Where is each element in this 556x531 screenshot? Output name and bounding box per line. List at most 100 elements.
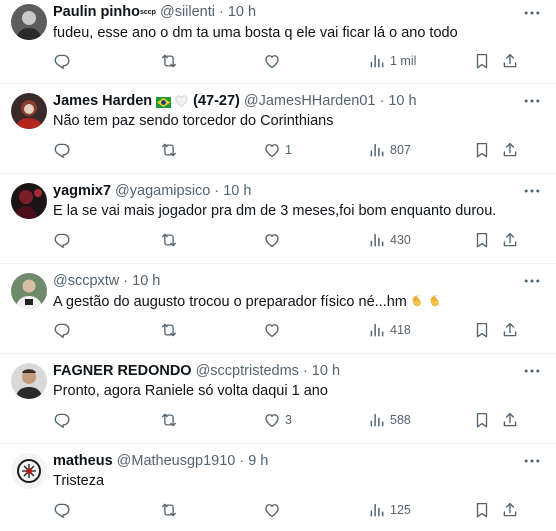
more-icon[interactable]	[522, 271, 542, 291]
views-count: 418	[390, 323, 411, 337]
display-name[interactable]: FAGNER REDONDO	[53, 363, 192, 379]
reply-button[interactable]	[53, 321, 75, 339]
bookmark-button[interactable]	[473, 52, 491, 70]
views-icon	[368, 501, 386, 519]
views-icon	[368, 141, 386, 159]
timestamp[interactable]: 9 h	[248, 453, 268, 469]
retweet-icon	[160, 52, 178, 70]
retweet-button[interactable]	[160, 52, 182, 70]
user-handle[interactable]: @sccptristedms	[196, 363, 299, 379]
more-icon[interactable]	[522, 91, 542, 111]
clapping-hands-icon	[427, 293, 443, 309]
reply-feed: Paulin pinho sccp @siilenti · 10 h fudeu,…	[0, 0, 556, 531]
more-icon[interactable]	[522, 361, 542, 381]
timestamp[interactable]: 10 h	[132, 273, 160, 289]
timestamp[interactable]: 10 h	[388, 93, 416, 109]
retweet-button[interactable]	[160, 501, 182, 519]
like-button[interactable]	[263, 231, 285, 249]
timestamp[interactable]: 10 h	[223, 183, 251, 199]
share-button[interactable]	[501, 321, 519, 339]
avatar[interactable]	[11, 183, 47, 219]
bookmark-icon	[473, 52, 491, 70]
tweet-text: Tristeza	[53, 473, 105, 489]
share-icon	[501, 231, 519, 249]
tweet-card[interactable]: Paulin pinho sccp @siilenti · 10 h fudeu,…	[0, 0, 556, 84]
tweet-card[interactable]: @sccpxtw · 10 h A gestão do augusto troc…	[0, 264, 556, 354]
avatar[interactable]	[11, 363, 47, 399]
bookmark-button[interactable]	[473, 141, 491, 159]
like-button[interactable]	[263, 501, 285, 519]
user-handle[interactable]: @Matheusgp1910	[117, 453, 236, 469]
retweet-button[interactable]	[160, 321, 182, 339]
tweet-header: yagmix7 @yagamipsico · 10 h	[53, 183, 516, 199]
tweet-actions: 3 588	[53, 411, 538, 431]
retweet-button[interactable]	[160, 411, 182, 429]
tweet-card[interactable]: matheus @Matheusgp1910 · 9 h Tristeza 12…	[0, 444, 556, 531]
reply-button[interactable]	[53, 52, 75, 70]
heart-icon	[263, 321, 281, 339]
views-button[interactable]: 430	[368, 231, 411, 249]
display-name[interactable]: yagmix7	[53, 183, 111, 199]
views-count: 588	[390, 413, 411, 427]
reply-button[interactable]	[53, 501, 75, 519]
reply-button[interactable]	[53, 411, 75, 429]
user-handle[interactable]: @sccpxtw	[53, 273, 119, 289]
share-button[interactable]	[501, 231, 519, 249]
reply-button[interactable]	[53, 141, 75, 159]
bookmark-button[interactable]	[473, 321, 491, 339]
share-button[interactable]	[501, 411, 519, 429]
share-icon	[501, 52, 519, 70]
avatar[interactable]	[11, 4, 47, 40]
avatar[interactable]	[11, 453, 47, 489]
user-handle[interactable]: @yagamipsico	[115, 183, 210, 199]
retweet-button[interactable]	[160, 141, 182, 159]
tweet-actions: 125	[53, 501, 538, 521]
tweet-header: FAGNER REDONDO @sccptristedms · 10 h	[53, 363, 516, 379]
tweet-card[interactable]: FAGNER REDONDO @sccptristedms · 10 h Pro…	[0, 354, 556, 444]
share-button[interactable]	[501, 141, 519, 159]
like-button[interactable]	[263, 52, 285, 70]
display-name[interactable]: matheus	[53, 453, 113, 469]
bookmark-button[interactable]	[473, 501, 491, 519]
retweet-icon	[160, 501, 178, 519]
more-icon[interactable]	[522, 451, 542, 471]
heart-icon	[263, 501, 281, 519]
like-count: 1	[285, 143, 292, 157]
share-button[interactable]	[501, 501, 519, 519]
bookmark-button[interactable]	[473, 411, 491, 429]
like-button[interactable]	[263, 321, 285, 339]
retweet-button[interactable]	[160, 231, 182, 249]
views-button[interactable]: 1 mil	[368, 52, 416, 70]
like-button[interactable]: 1	[263, 141, 292, 159]
views-button[interactable]: 418	[368, 321, 411, 339]
views-count: 125	[390, 503, 411, 517]
avatar[interactable]	[11, 93, 47, 129]
more-icon[interactable]	[522, 3, 542, 23]
timestamp[interactable]: 10 h	[312, 363, 340, 379]
display-name[interactable]: James Harden	[53, 93, 152, 109]
views-button[interactable]: 807	[368, 141, 411, 159]
timestamp[interactable]: 10 h	[228, 4, 256, 20]
like-button[interactable]: 3	[263, 411, 292, 429]
views-button[interactable]: 125	[368, 501, 411, 519]
share-button[interactable]	[501, 52, 519, 70]
user-handle[interactable]: @siilenti	[160, 4, 215, 20]
reply-icon	[53, 52, 71, 70]
display-name[interactable]: Paulin pinho	[53, 4, 140, 20]
more-icon[interactable]	[522, 181, 542, 201]
views-button[interactable]: 588	[368, 411, 411, 429]
separator-dot: ·	[379, 93, 385, 109]
user-handle[interactable]: @JamesHHarden01	[244, 93, 376, 109]
bookmark-button[interactable]	[473, 231, 491, 249]
bookmark-icon	[473, 141, 491, 159]
tweet-card[interactable]: James Harden (47-27) @JamesHHarden01 · 1…	[0, 84, 556, 174]
tweet-header: matheus @Matheusgp1910 · 9 h	[53, 453, 516, 469]
reply-icon	[53, 321, 71, 339]
tweet-card[interactable]: yagmix7 @yagamipsico · 10 h E la se vai …	[0, 174, 556, 264]
white-heart-icon	[175, 95, 188, 107]
bookmark-icon	[473, 231, 491, 249]
bookmark-icon	[473, 501, 491, 519]
tweet-header: James Harden (47-27) @JamesHHarden01 · 1…	[53, 93, 516, 109]
avatar[interactable]	[11, 273, 47, 309]
reply-button[interactable]	[53, 231, 75, 249]
